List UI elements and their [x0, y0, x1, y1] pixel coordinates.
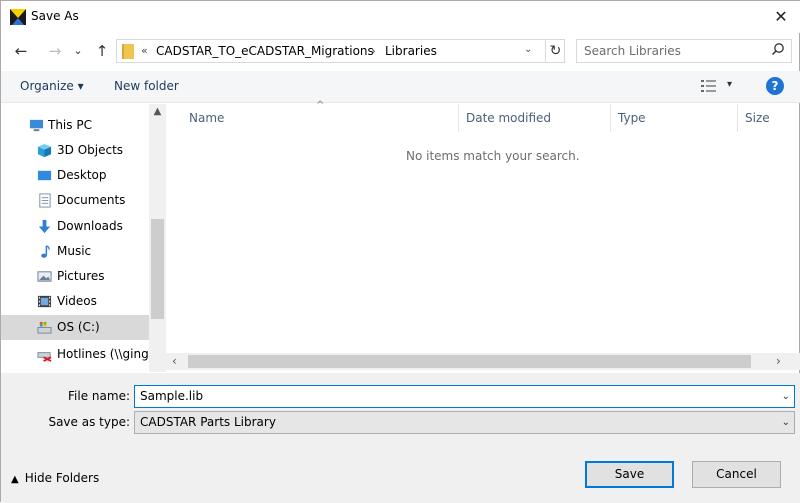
app-icon: [10, 9, 26, 25]
nav-pane-scrollbar[interactable]: ▲: [149, 104, 166, 372]
drive-icon: [37, 321, 52, 334]
view-options-icon[interactable]: [701, 79, 717, 93]
sidebar-item-documents[interactable]: Documents: [1, 188, 149, 213]
navigation-pane: This PC 3D Objects Desktop Documents Dow…: [1, 104, 166, 372]
sidebar-item-music[interactable]: Music: [1, 239, 149, 264]
column-header-name[interactable]: Name: [183, 110, 224, 134]
sidebar-item-label: This PC: [48, 118, 92, 132]
cancel-button[interactable]: Cancel: [692, 461, 781, 488]
organize-button[interactable]: Organize ▾: [20, 79, 84, 93]
breadcrumb-overflow[interactable]: «: [141, 44, 148, 57]
save-as-type-select[interactable]: CADSTAR Parts Library ⌄: [134, 411, 795, 434]
sidebar-item-label: Videos: [57, 294, 97, 308]
navigation-bar: ← → ⌄ ↑ « CADSTAR_TO_eCADSTAR_Migrations…: [1, 35, 800, 67]
sidebar-item-label: Music: [57, 244, 92, 258]
cube-icon: [37, 143, 52, 158]
up-button[interactable]: ↑: [92, 41, 112, 61]
chevron-down-icon[interactable]: ⌄: [782, 412, 790, 433]
recent-locations-dropdown[interactable]: ⌄: [68, 41, 88, 61]
save-as-type-label: Save as type:: [48, 415, 130, 429]
column-divider[interactable]: [610, 104, 611, 132]
chevron-down-icon[interactable]: ⌄: [782, 386, 790, 407]
save-as-type-value[interactable]: CADSTAR Parts Library: [140, 415, 276, 429]
save-as-dialog: Save As ✕ ← → ⌄ ↑ « CADSTAR_TO_eCADSTAR_…: [0, 0, 800, 503]
sidebar-item-pictures[interactable]: Pictures: [1, 264, 149, 289]
scroll-left-icon[interactable]: ‹: [172, 354, 177, 368]
close-button[interactable]: ✕: [767, 5, 795, 29]
computer-icon: [29, 119, 44, 132]
sidebar-item-this-pc[interactable]: This PC: [1, 113, 149, 138]
sidebar-item-label: Hotlines (\\ginge: [57, 347, 157, 361]
sidebar-item-os-c[interactable]: OS (C:): [1, 315, 149, 340]
back-button[interactable]: ←: [11, 41, 31, 61]
file-name-field[interactable]: Sample.lib ⌄: [134, 385, 795, 408]
refresh-button[interactable]: ↻: [545, 40, 565, 62]
sidebar-item-hotlines[interactable]: Hotlines (\\ginge: [1, 342, 156, 367]
new-folder-button[interactable]: New folder: [114, 79, 179, 93]
sidebar-item-label: Desktop: [57, 168, 107, 182]
sidebar-item-downloads[interactable]: Downloads: [1, 214, 149, 239]
forward-button[interactable]: →: [45, 41, 65, 61]
address-bar[interactable]: « CADSTAR_TO_eCADSTAR_Migrations › Libra…: [116, 39, 565, 63]
column-header-type[interactable]: Type: [612, 110, 646, 134]
scroll-right-icon[interactable]: ›: [776, 354, 781, 368]
sidebar-item-label: Downloads: [57, 219, 123, 233]
column-header-size[interactable]: Size: [739, 110, 770, 134]
empty-folder-message: No items match your search.: [406, 149, 580, 163]
save-button[interactable]: Save: [585, 461, 674, 488]
column-divider[interactable]: [737, 104, 738, 132]
search-input[interactable]: Search Libraries: [584, 44, 681, 58]
breadcrumb-libraries[interactable]: Libraries: [385, 44, 437, 58]
hide-folders-button[interactable]: ▲ Hide Folders: [11, 471, 99, 485]
folder-icon: [122, 44, 134, 59]
file-name-label: File name:: [68, 389, 130, 403]
sidebar-item-3d-objects[interactable]: 3D Objects: [1, 138, 149, 163]
search-box[interactable]: Search Libraries: [576, 39, 792, 63]
search-icon[interactable]: [771, 42, 785, 56]
hide-folders-label: Hide Folders: [24, 471, 100, 485]
chevron-up-icon: ▲: [11, 474, 19, 485]
sidebar-item-desktop[interactable]: Desktop: [1, 163, 149, 188]
horizontal-scrollbar[interactable]: ‹ ›: [166, 353, 800, 370]
sort-ascending-icon: ^: [316, 100, 325, 111]
documents-icon: [39, 193, 51, 208]
sidebar-item-label: Documents: [57, 193, 126, 207]
save-form: File name: Sample.lib ⌄ Save as type: CA…: [1, 373, 800, 503]
file-list-pane: ^ Name Date modified Type Size No items …: [166, 100, 800, 372]
command-bar: Organize ▾ New folder ▾: [1, 71, 800, 103]
videos-icon: [37, 295, 52, 308]
view-dropdown-icon[interactable]: ▾: [727, 79, 732, 90]
breadcrumb-migrations[interactable]: CADSTAR_TO_eCADSTAR_Migrations: [156, 44, 374, 58]
window-title: Save As: [31, 9, 79, 23]
scrollbar-thumb[interactable]: [151, 219, 164, 319]
network-drive-icon: [37, 352, 52, 362]
address-dropdown-icon[interactable]: ⌄: [524, 44, 532, 55]
column-header-date-modified[interactable]: Date modified: [460, 110, 551, 134]
scroll-up-icon[interactable]: ▲: [149, 106, 166, 117]
sidebar-item-videos[interactable]: Videos: [1, 289, 149, 314]
desktop-icon: [37, 170, 52, 181]
help-icon[interactable]: ?: [766, 77, 784, 95]
sidebar-item-label: 3D Objects: [57, 143, 124, 157]
pictures-icon: [37, 271, 52, 282]
music-icon: [41, 245, 50, 258]
sidebar-item-label: Pictures: [57, 269, 105, 283]
scrollbar-thumb[interactable]: [188, 355, 751, 368]
title-bar: Save As ✕: [1, 1, 800, 33]
downloads-icon: [38, 219, 51, 234]
breadcrumb-separator-icon[interactable]: ›: [371, 44, 376, 58]
file-name-value[interactable]: Sample.lib: [140, 389, 203, 403]
sidebar-item-label: OS (C:): [57, 320, 100, 334]
column-divider[interactable]: [458, 104, 459, 132]
